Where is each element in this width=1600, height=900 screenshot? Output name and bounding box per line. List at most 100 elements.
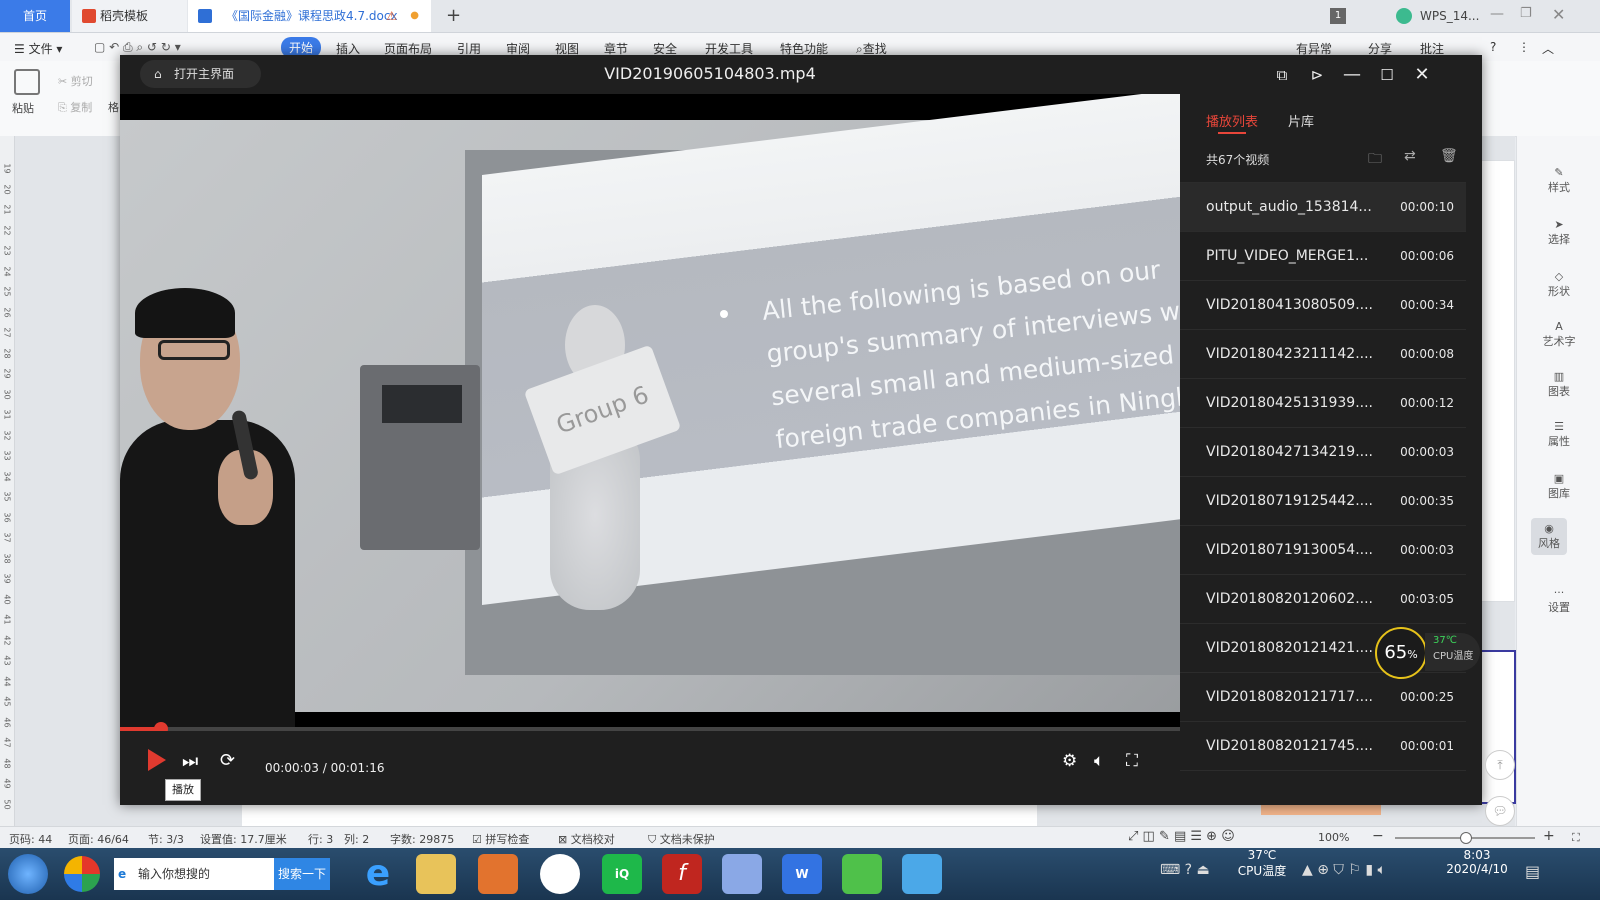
add-folder-icon[interactable]: 🗀︎ — [1368, 148, 1382, 172]
panel-settings[interactable]: ··· 设置 — [1517, 586, 1600, 615]
fullscreen-icon[interactable]: ⛶ — [1126, 751, 1138, 771]
panel-properties[interactable]: ☰ 属性 — [1517, 420, 1600, 449]
file-menu[interactable]: ☰ 文件 ▾ — [14, 40, 62, 57]
flash-icon[interactable]: f — [662, 854, 702, 894]
playlist-item-name: VID20180820121421.... — [1206, 640, 1373, 656]
player-maximize-icon[interactable]: ☐ — [1375, 63, 1399, 87]
tab-playlist-underline — [1218, 132, 1246, 134]
video-frame[interactable]: Group 6 All the following is based on ou… — [120, 94, 1180, 730]
playlist-item[interactable]: VID20180820121745.... 00:00:01 — [1180, 721, 1466, 771]
screenshot-icon[interactable]: ⧉ — [1270, 63, 1294, 87]
zoom-in-icon[interactable]: + — [1543, 828, 1555, 844]
tab-document[interactable]: 《国际金融》课程思政4.7.docx ⚠ ● — [188, 0, 431, 32]
taskbar-search-button[interactable]: 搜索一下 — [274, 858, 330, 890]
view-mode-icons[interactable]: ⤢ ◫ ✎ ▤ ☰ ⊕ ☺ — [1128, 829, 1235, 844]
chat-bubble-icon[interactable]: 💬︎ — [1485, 796, 1515, 826]
sort-icon[interactable]: ⇄ — [1404, 148, 1416, 164]
restore-icon[interactable]: ❐ — [1520, 6, 1532, 21]
ruler-number: 47 — [2, 737, 12, 748]
wps-writer-icon[interactable]: W — [782, 854, 822, 894]
tab-playlist[interactable]: 播放列表 — [1206, 111, 1258, 130]
copy-button[interactable]: ⎘ 复制 — [58, 99, 92, 115]
play-icon[interactable] — [148, 749, 166, 771]
status-section[interactable]: 节: 3/3 — [148, 831, 184, 847]
taskbar-search-input[interactable]: e 输入你想搜的 — [114, 858, 274, 890]
status-col: 列: 2 — [344, 833, 370, 846]
player-close-icon[interactable]: ✕ — [1410, 63, 1434, 87]
settings-gear-icon[interactable]: ⚙ — [1062, 751, 1077, 771]
status-page-no[interactable]: 页码: 44 — [9, 831, 52, 847]
iqiyi-icon[interactable]: iQ — [602, 854, 642, 894]
minimize-icon[interactable]: — — [1490, 6, 1504, 22]
panel-theme[interactable]: ◉ 风格 — [1531, 518, 1567, 555]
playlist-item[interactable]: VID20180427134219.... 00:00:03 — [1180, 427, 1466, 477]
playlist-item[interactable]: VID20180425131939.... 00:00:12 — [1180, 378, 1466, 428]
media-player-icon[interactable] — [478, 854, 518, 894]
trash-icon[interactable]: 🗑︎ — [1440, 148, 1458, 164]
pin-icon[interactable]: ⊳ — [1305, 63, 1329, 87]
volume-icon[interactable]: 🔈︎ — [1094, 751, 1104, 771]
window-count-badge[interactable]: 1 — [1330, 8, 1346, 24]
account-button[interactable]: WPS_14... — [1396, 7, 1479, 25]
collapse-ribbon-icon[interactable]: ︿ — [1542, 40, 1554, 57]
zoom-level[interactable]: 100% — [1318, 831, 1349, 844]
app-360-icon[interactable] — [64, 856, 100, 892]
quick-access-icons[interactable]: ▢ ↶ ⎙ ⌕ ↺ ↻ ▾ — [94, 40, 181, 55]
help-icon[interactable]: ? — [1490, 40, 1496, 54]
back-to-top-icon[interactable]: ⤒ — [1485, 750, 1515, 780]
tab-home[interactable]: 首页 — [0, 0, 70, 32]
playlist-item[interactable]: VID20180423211142.... 00:00:08 — [1180, 329, 1466, 379]
playlist-item[interactable]: VID20180413080509.... 00:00:34 — [1180, 280, 1466, 330]
zoom-out-icon[interactable]: − — [1372, 828, 1384, 844]
ie-icon[interactable]: e — [358, 854, 398, 894]
panel-shape[interactable]: ◇ 形状 — [1517, 270, 1600, 299]
clock[interactable]: 8:03 2020/4/10 — [1442, 848, 1512, 876]
player-title-bar: ⌂ 打开主界面 VID20190605104803.mp4 ⧉ ⊳ — ☐ ✕ — [120, 55, 1482, 94]
zoom-slider-handle[interactable] — [1460, 832, 1472, 844]
cut-button[interactable]: ✂ 剪切 — [58, 73, 93, 89]
ruler-number: 44 — [2, 675, 12, 687]
cpu-monitor-widget[interactable]: 65% 37℃ CPU温度 — [1375, 627, 1480, 679]
cpu-usage-value: 65 — [1384, 642, 1408, 663]
playlist-item[interactable]: PITU_VIDEO_MERGE1... 00:00:06 — [1180, 231, 1466, 281]
new-tab-button[interactable]: + — [446, 0, 466, 32]
baidu-netdisk-icon[interactable] — [540, 854, 580, 894]
paste-icon[interactable] — [14, 69, 40, 95]
next-icon[interactable]: ⏭ — [182, 751, 198, 772]
more-icon[interactable]: ⋮ — [1518, 40, 1530, 54]
tray-cpu-temp[interactable]: 37℃ CPU温度 — [1232, 848, 1292, 879]
tab-library[interactable]: 片库 — [1288, 111, 1314, 130]
panel-style[interactable]: ✎ 样式 — [1517, 166, 1600, 195]
tray-icons[interactable]: ⌨ ? ⏏ — [1160, 862, 1210, 878]
start-button-icon[interactable] — [8, 854, 48, 894]
panel-wordart[interactable]: A 艺术字 — [1517, 320, 1600, 349]
playlist-item[interactable]: VID20180820120602.... 00:03:05 — [1180, 574, 1466, 624]
tray-system-icons[interactable]: ▲ ⊕ ⛉ ⚐ ▮ 🔈︎ — [1302, 862, 1386, 878]
playlist-item[interactable]: VID20180719130054.... 00:00:03 — [1180, 525, 1466, 575]
file-explorer-icon[interactable] — [416, 854, 456, 894]
spell-check-button[interactable]: ☑ 拼写检查 — [472, 831, 529, 847]
video-player-taskbar-icon[interactable] — [902, 854, 942, 894]
loop-icon[interactable]: ⟳ — [220, 750, 235, 771]
panel-chart[interactable]: ▥ 图表 — [1517, 370, 1600, 399]
playlist-item[interactable]: VID20180719125442.... 00:00:35 — [1180, 476, 1466, 526]
panel-gallery[interactable]: ▣ 图库 — [1517, 472, 1600, 501]
status-setting[interactable]: 设置值: 17.7厘米 — [200, 831, 287, 847]
wechat-icon[interactable] — [842, 854, 882, 894]
status-pages[interactable]: 页面: 46/64 — [68, 831, 129, 847]
open-main-ui-button[interactable]: ⌂ 打开主界面 — [140, 60, 261, 88]
panel-select[interactable]: ➤ 选择 — [1517, 218, 1600, 247]
tab-daoke-templates[interactable]: 稻壳模板 — [72, 0, 187, 32]
action-center-icon[interactable]: ▤ — [1525, 862, 1540, 881]
format-painter-label[interactable]: 格 — [108, 99, 119, 115]
fit-window-icon[interactable]: ⛶ — [1572, 831, 1580, 845]
player-minimize-icon[interactable]: — — [1340, 63, 1364, 87]
proofread-button[interactable]: ⊠ 文档校对 — [558, 831, 615, 847]
playlist-item[interactable]: VID20180820121717.... 00:00:25 — [1180, 672, 1466, 722]
playlist-item-partial[interactable] — [1180, 770, 1466, 805]
status-words[interactable]: 字数: 29875 — [390, 831, 454, 847]
playlist-item[interactable]: output_audio_153814... 00:00:10 — [1180, 182, 1466, 232]
photos-icon[interactable] — [722, 854, 762, 894]
protect-status[interactable]: ⛉ 文档未保护 — [648, 831, 715, 847]
close-icon[interactable]: ✕ — [1552, 5, 1565, 24]
